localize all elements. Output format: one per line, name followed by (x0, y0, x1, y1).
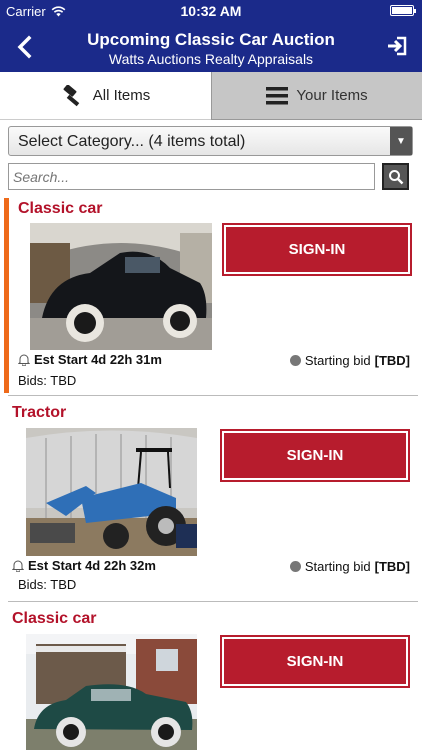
sign-in-button[interactable]: SIGN-IN (220, 429, 410, 482)
item-name: Tractor (12, 404, 67, 421)
sign-in-button[interactable]: SIGN-IN (220, 635, 410, 688)
search-input[interactable] (8, 163, 375, 190)
est-start-text: Est Start 4d 22h 31m (34, 352, 162, 367)
gavel-icon (63, 84, 79, 106)
item-photo[interactable] (26, 634, 197, 750)
list-icon (266, 86, 289, 104)
list-item[interactable]: Tractor SIGN-IN Est Start 4d 22h 32m Sta… (0, 404, 422, 602)
tab-all-items[interactable]: All Items (0, 72, 211, 120)
starting-bid: Starting bid [TBD] (289, 353, 410, 368)
battery-icon (390, 5, 416, 16)
selected-indicator (4, 198, 9, 393)
list-item[interactable]: Classic car SIGN-IN Est Start 4d 22h 31m… (0, 198, 422, 396)
page-subtitle: Watts Auctions Realty Appraisals (108, 51, 314, 67)
est-start-text: Est Start 4d 22h 32m (28, 558, 156, 573)
item-photo[interactable] (26, 428, 197, 556)
est-start: Est Start 4d 22h 32m (12, 558, 156, 573)
clock: 10:32 AM (180, 3, 242, 19)
tab-your-items[interactable]: Your Items (211, 72, 422, 120)
status-dot-icon (289, 355, 301, 366)
category-select[interactable]: Select Category... (4 items total) ▼ (8, 126, 413, 156)
nav-header: Upcoming Classic Car Auction Watts Aucti… (0, 22, 422, 72)
list-item[interactable]: Classic car SIGN-IN (0, 610, 422, 750)
bell-icon (18, 354, 30, 366)
starting-bid-value: [TBD] (374, 353, 410, 368)
starting-bid-label: Starting bid (304, 353, 371, 368)
item-name: Classic car (12, 610, 97, 627)
starting-bid: Starting bid [TBD] (289, 559, 410, 574)
status-bar: Carrier 10:32 AM (0, 0, 422, 22)
search-icon (388, 169, 403, 184)
est-start: Est Start 4d 22h 31m (18, 352, 162, 367)
starting-bid-value: [TBD] (374, 559, 410, 574)
dropdown-arrow-icon: ▼ (390, 127, 412, 155)
item-name: Classic car (18, 200, 103, 217)
search-button[interactable] (382, 163, 409, 190)
sign-in-icon[interactable] (386, 35, 408, 57)
category-select-label: Select Category... (4 items total) (18, 133, 246, 150)
sign-in-button[interactable]: SIGN-IN (222, 223, 412, 276)
item-photo[interactable] (30, 223, 212, 350)
tab-all-items-label: All Items (92, 87, 151, 104)
item-divider (8, 601, 418, 602)
bids-count: Bids: TBD (18, 373, 77, 388)
bids-count: Bids: TBD (18, 577, 77, 592)
bell-icon (12, 560, 24, 572)
status-dot-icon (289, 561, 301, 572)
tab-your-items-label: Your Items (296, 87, 368, 104)
item-divider (8, 395, 418, 396)
starting-bid-label: Starting bid (304, 559, 371, 574)
tab-bar: All Items Your Items (0, 72, 422, 120)
page-title: Upcoming Classic Car Auction (87, 30, 335, 49)
